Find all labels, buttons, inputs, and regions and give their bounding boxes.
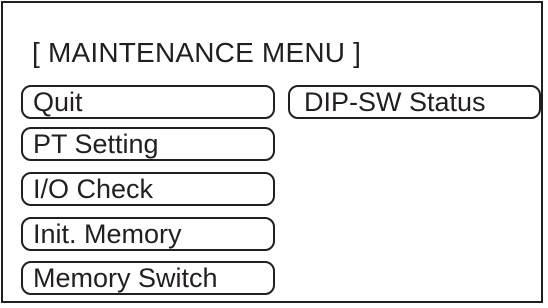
quit-button[interactable]: Quit (21, 85, 275, 119)
memory-switch-button[interactable]: Memory Switch (21, 261, 275, 295)
dip-sw-status-button[interactable]: DIP-SW Status (288, 85, 541, 119)
menu-title: [ MAINTENANCE MENU ] (32, 37, 362, 68)
maintenance-menu-screen: [ MAINTENANCE MENU ] Quit DIP-SW Status … (1, 1, 543, 303)
io-check-button[interactable]: I/O Check (21, 172, 275, 206)
pt-setting-button[interactable]: PT Setting (21, 127, 275, 161)
init-memory-button[interactable]: Init. Memory (21, 217, 275, 251)
